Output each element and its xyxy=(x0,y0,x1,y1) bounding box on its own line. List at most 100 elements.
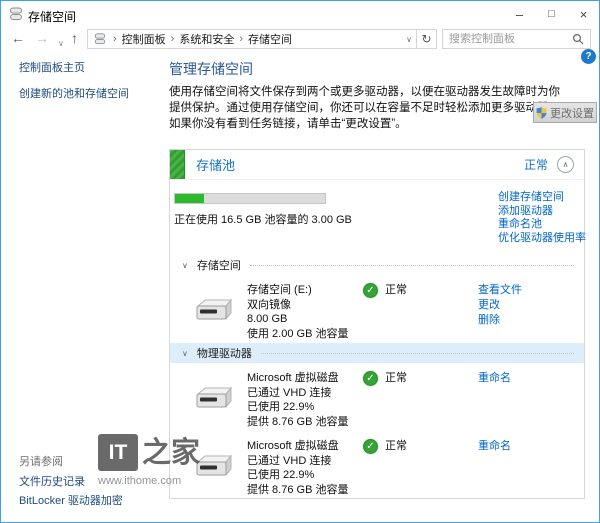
drive-detail: 8.00 GB xyxy=(247,312,363,327)
drive-links: 重命名 xyxy=(478,439,584,499)
breadcrumb-separator-icon: › xyxy=(239,33,243,45)
section-label: 存储空间 xyxy=(197,257,241,273)
drive-status: ✓ 正常 xyxy=(363,283,478,343)
ithome-logo-icon: IT xyxy=(98,434,138,471)
hard-drive-icon xyxy=(196,385,234,411)
section-divider xyxy=(250,265,574,266)
drive-detail: 使用 2.00 GB 池容量 xyxy=(247,327,363,342)
drive-detail: 提供 8.76 GB 池容量 xyxy=(247,483,363,498)
pool-usage-bar xyxy=(174,193,326,204)
section-label: 物理驱动器 xyxy=(197,345,252,361)
rename-link[interactable]: 重命名 xyxy=(478,439,584,454)
add-drives-link[interactable]: 添加驱动器 xyxy=(498,205,586,219)
back-button[interactable]: ← xyxy=(11,30,25,47)
change-settings-button[interactable]: 更改设置 xyxy=(533,102,597,123)
change-settings-label: 更改设置 xyxy=(550,105,594,121)
drive-detail: 双向镜像 xyxy=(247,298,363,313)
physical-drive-row: Microsoft 虚拟磁盘 已通过 VHD 连接 已使用 22.9% 提供 8… xyxy=(170,363,584,431)
hard-drive-icon xyxy=(196,297,234,323)
pool-header: 存储池 正常 ∧ xyxy=(170,150,584,180)
drive-status: ✓ 正常 xyxy=(363,439,478,499)
page-description: 使用存储空间将文件保存到两个或更多驱动器，以便在驱动器发生故障时为你提供保护。通… xyxy=(169,84,571,132)
drive-detail: 已使用 22.9% xyxy=(247,400,363,415)
storage-pool-panel: 存储池 正常 ∧ 正在使用 16.5 GB 池容量的 3.00 GB 创建存储空… xyxy=(169,149,585,499)
chevron-down-icon[interactable]: ∨ xyxy=(182,349,188,358)
storage-space-row: 存储空间 (E:) 双向镜像 8.00 GB 使用 2.00 GB 池容量 ✓ … xyxy=(170,275,584,343)
page-title: 管理存储空间 xyxy=(169,59,253,79)
breadcrumb-system-security[interactable]: 系统和安全 xyxy=(179,31,234,47)
drive-detail: 已通过 VHD 连接 xyxy=(247,386,363,401)
address-bar[interactable]: › 控制面板 › 系统和安全 › 存储空间 ∨ xyxy=(87,29,417,49)
storage-spaces-icon xyxy=(94,33,106,45)
create-storage-space-link[interactable]: 创建存储空间 xyxy=(498,191,586,205)
breadcrumb-storage-spaces[interactable]: 存储空间 xyxy=(248,31,292,47)
maximize-button[interactable]: □ xyxy=(536,1,567,27)
hard-drive-icon xyxy=(196,453,234,479)
uac-shield-icon xyxy=(536,107,547,119)
forward-button[interactable]: → xyxy=(35,30,49,47)
window-title: 存储空间 xyxy=(28,8,76,25)
pool-tile-icon xyxy=(170,150,185,179)
drive-icon-cell xyxy=(170,371,247,431)
drive-detail: 已使用 22.9% xyxy=(247,468,363,483)
drive-links: 重命名 xyxy=(478,371,584,431)
change-link[interactable]: 更改 xyxy=(478,298,584,313)
status-text: 正常 xyxy=(385,439,407,454)
minimize-button[interactable]: – xyxy=(504,1,535,27)
check-icon: ✓ xyxy=(363,371,378,386)
address-dropdown-icon[interactable]: ∨ xyxy=(406,35,412,44)
pool-usage-text: 正在使用 16.5 GB 池容量的 3.00 GB xyxy=(174,211,352,227)
pool-summary: 正在使用 16.5 GB 池容量的 3.00 GB 创建存储空间 添加驱动器 重… xyxy=(170,180,584,255)
drive-name: 存储空间 (E:) xyxy=(247,283,363,298)
pool-name: 存储池 xyxy=(196,155,235,174)
drive-info: 存储空间 (E:) 双向镜像 8.00 GB 使用 2.00 GB 池容量 xyxy=(247,283,363,343)
status-text: 正常 xyxy=(385,283,407,298)
refresh-button[interactable]: ↻ xyxy=(417,29,437,49)
drive-icon-cell xyxy=(170,283,247,343)
chevron-down-icon[interactable]: ∨ xyxy=(182,261,188,270)
sidebar-item-bitlocker[interactable]: BitLocker 驱动器加密 xyxy=(19,492,123,508)
up-button[interactable]: ↑ xyxy=(71,30,78,47)
title-bar: 存储空间 – □ × xyxy=(1,1,599,27)
breadcrumb-separator-icon: › xyxy=(113,33,117,45)
storage-spaces-icon xyxy=(9,7,23,21)
pool-status: 正常 xyxy=(524,156,548,173)
optimize-drive-usage-link[interactable]: 优化驱动器使用率 xyxy=(498,232,586,246)
section-header-physical-drives: ∨ 物理驱动器 xyxy=(170,343,584,363)
check-icon: ✓ xyxy=(363,283,378,298)
sidebar-item-file-history[interactable]: 文件历史记录 xyxy=(19,473,85,489)
search-box xyxy=(442,29,591,49)
view-files-link[interactable]: 查看文件 xyxy=(478,283,584,298)
drive-icon-cell xyxy=(170,439,247,499)
sidebar-item-create-pool[interactable]: 创建新的池和存储空间 xyxy=(19,85,129,101)
help-icon[interactable]: ? xyxy=(581,49,596,64)
drive-name: Microsoft 虚拟磁盘 xyxy=(247,371,363,386)
check-icon: ✓ xyxy=(363,439,378,454)
drive-links: 查看文件 更改 删除 xyxy=(478,283,584,343)
pool-task-links: 创建存储空间 添加驱动器 重命名池 优化驱动器使用率 xyxy=(498,191,586,245)
status-text: 正常 xyxy=(385,371,407,386)
search-input[interactable] xyxy=(449,33,572,45)
sidebar-item-control-panel-home[interactable]: 控制面板主页 xyxy=(19,59,85,75)
close-button[interactable]: × xyxy=(568,1,599,27)
recent-pages-dropdown-icon[interactable]: ∨ xyxy=(58,35,64,52)
collapse-chevron-icon[interactable]: ∧ xyxy=(557,156,574,173)
search-icon[interactable] xyxy=(572,33,584,45)
rename-pool-link[interactable]: 重命名池 xyxy=(498,218,586,232)
drive-detail: 提供 8.76 GB 池容量 xyxy=(247,415,363,430)
drive-status: ✓ 正常 xyxy=(363,371,478,431)
pool-usage-fill xyxy=(175,194,204,203)
drive-detail: 已通过 VHD 连接 xyxy=(247,454,363,469)
drive-name: Microsoft 虚拟磁盘 xyxy=(247,439,363,454)
breadcrumb-separator-icon: › xyxy=(171,33,175,45)
rename-link[interactable]: 重命名 xyxy=(478,371,584,386)
physical-drive-row: Microsoft 虚拟磁盘 已通过 VHD 连接 已使用 22.9% 提供 8… xyxy=(170,431,584,499)
see-also-heading: 另请参阅 xyxy=(19,453,63,469)
section-header-storage-spaces: ∨ 存储空间 xyxy=(170,255,584,275)
breadcrumb-control-panel[interactable]: 控制面板 xyxy=(122,31,166,47)
delete-link[interactable]: 删除 xyxy=(478,313,584,328)
drive-info: Microsoft 虚拟磁盘 已通过 VHD 连接 已使用 22.9% 提供 8… xyxy=(247,439,363,499)
drive-info: Microsoft 虚拟磁盘 已通过 VHD 连接 已使用 22.9% 提供 8… xyxy=(247,371,363,431)
storage-spaces-window: 存储空间 – □ × ← → ∨ ↑ › 控制面板 › 系统和安全 › 存储空间… xyxy=(0,0,600,523)
section-divider xyxy=(261,353,574,354)
